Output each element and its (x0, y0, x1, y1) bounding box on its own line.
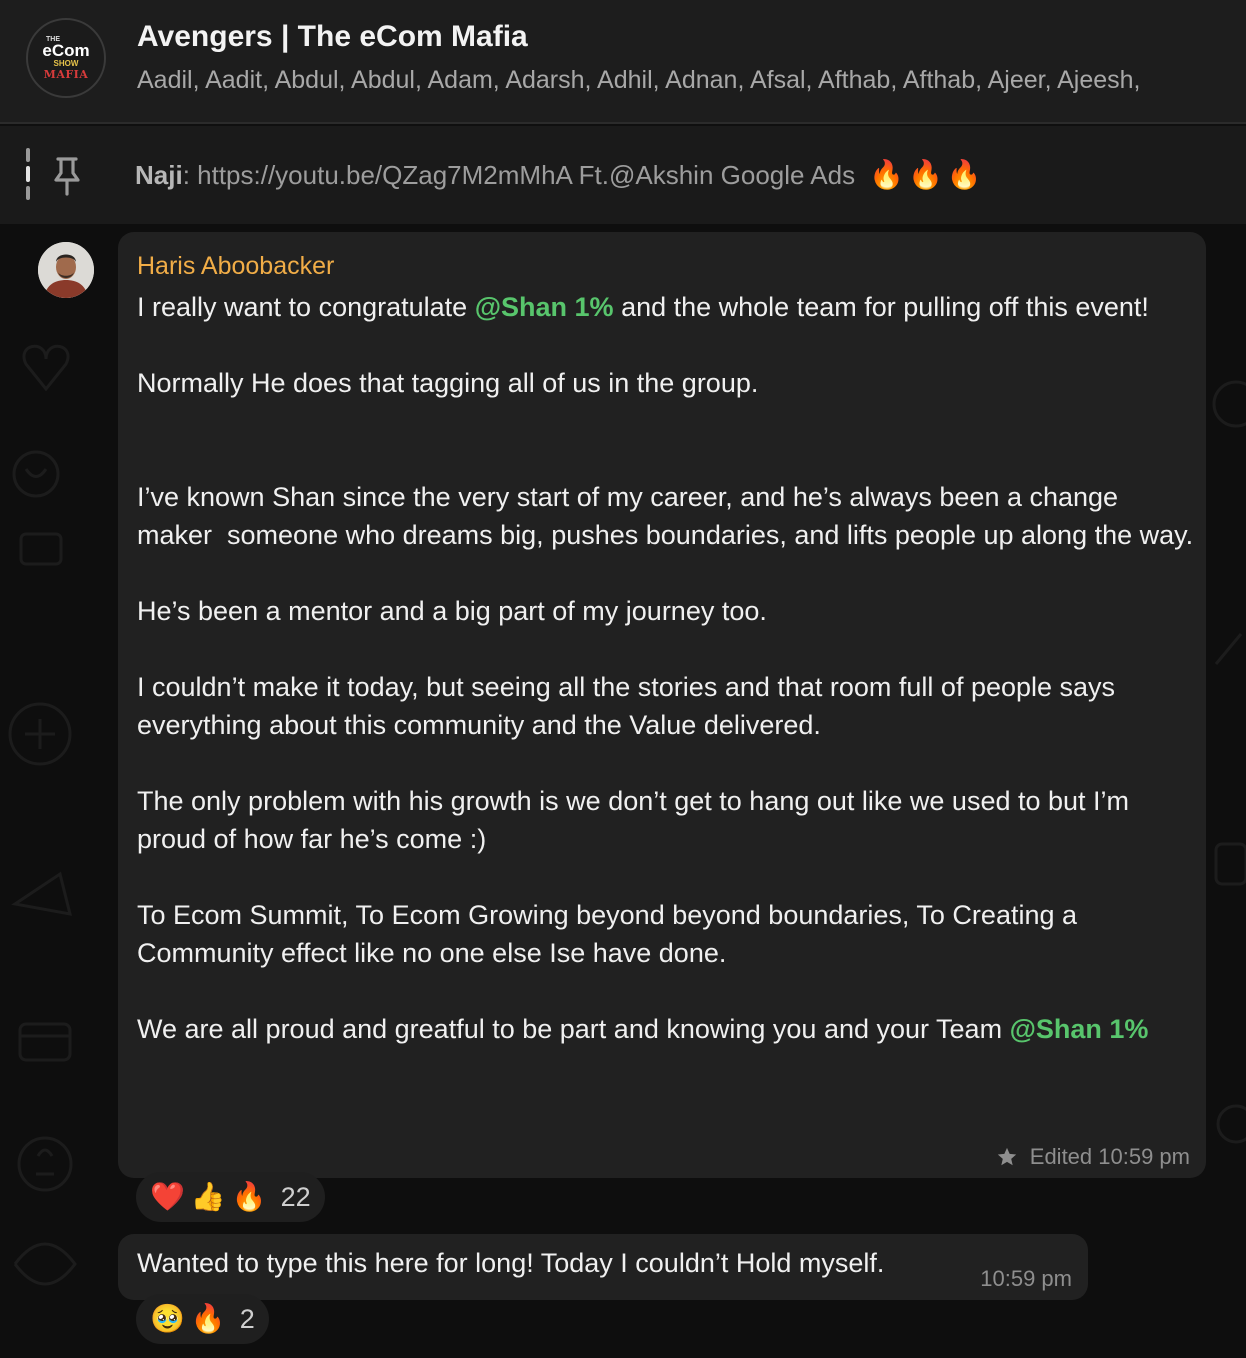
mention-link[interactable]: @Shan 1% (1010, 1014, 1149, 1044)
message-meta: Edited 10:59 pm (996, 1144, 1190, 1170)
chat-title[interactable]: Avengers | The eCom Mafia (137, 20, 528, 54)
chat-area[interactable]: Haris Aboobacker I really want to congra… (0, 224, 1246, 1358)
reactions-bar[interactable]: ❤️ 👍 🔥 22 (136, 1172, 325, 1222)
message-text: Wanted to type this here for long! Today… (137, 1248, 885, 1278)
logo-show: SHOW (53, 59, 79, 68)
chat-header[interactable]: THE eCom SHOW MAFIA Avengers | The eCom … (0, 0, 1246, 124)
pinned-text: https://youtu.be/QZag7M2mMhA Ft.@Akshin … (197, 160, 856, 190)
message-edited-time: Edited 10:59 pm (1029, 1144, 1190, 1169)
reaction-count: 22 (280, 1181, 311, 1212)
pin-icon[interactable] (52, 156, 82, 196)
pin-indicator-segment (26, 148, 30, 162)
reaction-count: 2 (239, 1303, 255, 1334)
sender-avatar[interactable] (38, 242, 94, 298)
avatar-photo (38, 242, 94, 298)
wallpaper-doodle (1212, 380, 1246, 1144)
sender-name[interactable]: Haris Aboobacker (137, 252, 334, 281)
logo-mafia: MAFIA (43, 68, 89, 81)
reactions-bar[interactable]: 🥹 🔥 2 (136, 1294, 269, 1344)
message-time: 10:59 pm (980, 1266, 1072, 1291)
mention-link[interactable]: @Shan 1% (475, 292, 614, 322)
reaction-fire[interactable]: 🔥 (232, 1183, 267, 1211)
message-text-segment: and the whole team for pulling off this … (137, 292, 1194, 1044)
pin-indicator-segment (26, 186, 30, 200)
message-bubble[interactable]: Haris Aboobacker I really want to congra… (118, 232, 1206, 1178)
pinned-emoji: 🔥🔥🔥 (869, 159, 986, 190)
star-icon (997, 1147, 1016, 1166)
chat-members: Aadil, Aadit, Abdul, Abdul, Adam, Adarsh… (137, 66, 1141, 94)
wallpaper-doodle (12, 344, 70, 566)
reaction-pleading-face[interactable]: 🥹 (150, 1305, 185, 1333)
reaction-thumbs-up[interactable]: 👍 (191, 1183, 226, 1211)
wallpaper-doodle (8, 702, 77, 1286)
reaction-fire[interactable]: 🔥 (191, 1305, 226, 1333)
message-text: I really want to congratulate @Shan 1% a… (137, 288, 1195, 1048)
pinned-sender: Naji (135, 160, 183, 190)
pinned-separator: : (182, 160, 198, 190)
pin-indicator-segment-active (26, 166, 30, 182)
group-avatar[interactable]: THE eCom SHOW MAFIA (26, 18, 106, 98)
pinned-message-preview[interactable]: Naji: https://youtu.be/QZag7M2mMhA Ft.@A… (135, 158, 986, 191)
pinned-message-bar[interactable]: Naji: https://youtu.be/QZag7M2mMhA Ft.@A… (0, 126, 1246, 224)
logo-ecom: eCom (42, 41, 90, 60)
message-text-segment: I really want to congratulate (137, 292, 475, 322)
message-bubble[interactable]: Wanted to type this here for long! Today… (118, 1234, 1088, 1300)
reaction-heart[interactable]: ❤️ (150, 1183, 185, 1211)
